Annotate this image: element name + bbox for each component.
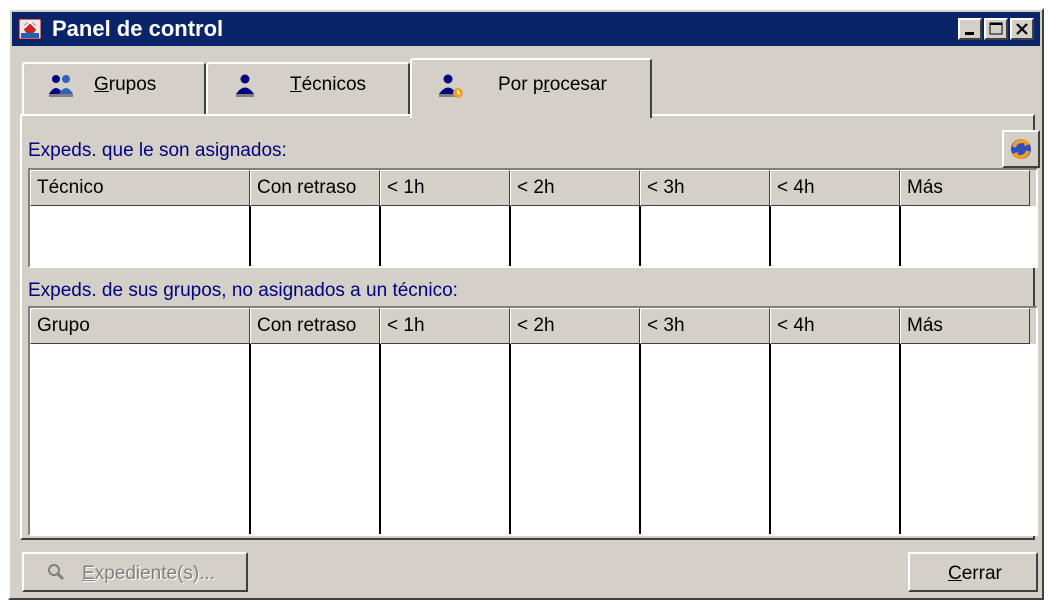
group-icon (49, 75, 73, 97)
pending-technician-icon (439, 74, 463, 98)
column-divider (509, 344, 511, 534)
column-divider (379, 206, 381, 266)
minimize-icon (965, 32, 974, 35)
title-bar[interactable]: Panel de control (12, 12, 1040, 46)
column-header-mas[interactable]: Más (900, 308, 1030, 344)
column-header-1h[interactable]: < 1h (380, 308, 510, 344)
column-header-con-retraso[interactable]: Con retraso (250, 170, 380, 206)
column-header-4h[interactable]: < 4h (770, 308, 900, 344)
assigned-section-label: Expeds. que le son asignados: (28, 140, 287, 161)
column-header-3h[interactable]: < 3h (640, 170, 770, 206)
column-divider (769, 206, 771, 266)
column-divider (509, 206, 511, 266)
refresh-button[interactable] (1002, 130, 1040, 168)
expediente-button-label: Expediente(s)... (82, 563, 216, 584)
column-header-grupo[interactable]: Grupo (30, 308, 250, 344)
column-divider (899, 206, 901, 266)
column-header-mas[interactable]: Más (900, 170, 1030, 206)
refresh-icon (1011, 139, 1031, 159)
column-header-4h[interactable]: < 4h (770, 170, 900, 206)
control-panel-icon (18, 18, 42, 40)
close-icon (1016, 23, 1028, 35)
grid-header: Grupo Con retraso < 1h < 2h < 3h < 4h Má… (30, 308, 1036, 344)
column-divider (769, 344, 771, 534)
tab-label: Grupos (94, 74, 157, 95)
column-divider (899, 344, 901, 534)
assigned-grid[interactable]: Técnico Con retraso < 1h < 2h < 3h < 4h … (28, 168, 1038, 268)
close-button[interactable] (1010, 18, 1034, 40)
groups-grid[interactable]: Grupo Con retraso < 1h < 2h < 3h < 4h Má… (28, 306, 1038, 536)
tab-label: Técnicos (290, 74, 367, 95)
column-divider (639, 206, 641, 266)
column-divider (249, 206, 251, 266)
cerrar-button[interactable]: Cerrar (908, 552, 1038, 592)
groups-section-label: Expeds. de sus grupos, no asignados a un… (28, 280, 458, 301)
column-divider (639, 344, 641, 534)
minimize-button[interactable] (958, 18, 982, 40)
grid-header: Técnico Con retraso < 1h < 2h < 3h < 4h … (30, 170, 1036, 206)
column-header-con-retraso[interactable]: Con retraso (250, 308, 380, 344)
column-divider (249, 344, 251, 534)
column-divider (379, 344, 381, 534)
column-header-tecnico[interactable]: Técnico (30, 170, 250, 206)
column-header-2h[interactable]: < 2h (510, 170, 640, 206)
column-header-3h[interactable]: < 3h (640, 308, 770, 344)
tab-tecnicos[interactable]: Técnicos (206, 62, 410, 114)
maximize-button[interactable] (984, 18, 1008, 40)
window-title: Panel de control (52, 16, 224, 41)
expediente-button[interactable]: Expediente(s)... (22, 552, 248, 592)
tab-grupos[interactable]: Grupos (22, 62, 206, 114)
tab-label: Por procesar (498, 74, 607, 95)
column-header-2h[interactable]: < 2h (510, 308, 640, 344)
maximize-icon (989, 22, 1003, 35)
control-panel-window: Panel de control Grupos Técnicos Por pro… (8, 8, 1044, 600)
column-header-1h[interactable]: < 1h (380, 170, 510, 206)
cerrar-button-label: Cerrar (948, 563, 1002, 584)
technician-icon (236, 74, 254, 97)
tab-por-procesar[interactable]: Por procesar (410, 58, 652, 118)
magnifier-icon (48, 564, 65, 581)
